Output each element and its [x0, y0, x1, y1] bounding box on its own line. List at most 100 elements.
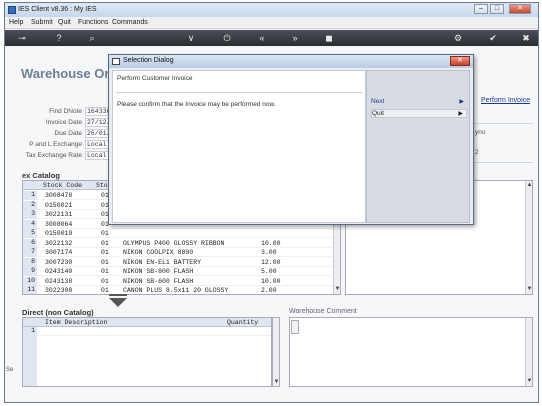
- dialog-options: Next ▶ Quit ▶: [366, 70, 470, 223]
- menu-commands[interactable]: Commands: [112, 19, 148, 26]
- pl-exchange-label: P and L Exchange: [29, 141, 82, 148]
- cell-stock: 01: [101, 239, 109, 247]
- due-date-label: Due Date: [54, 130, 82, 137]
- cell-stock-code: 0150019: [45, 230, 73, 237]
- header-stock-code: Stock Code: [43, 182, 83, 189]
- cell-stock: 01: [101, 287, 109, 294]
- cell-stock: 01: [101, 230, 109, 237]
- table-row[interactable]: 5 0150019 01: [23, 229, 333, 238]
- scroll-down-icon[interactable]: ▼: [526, 378, 532, 385]
- cell-stock-code: 3008064: [45, 220, 73, 228]
- cell-description: CANON PLUS 8.5x11 20 GLOSSY: [123, 287, 229, 294]
- table-row[interactable]: 8 3007230 01 NIKON EN-EL1 BATTERY 12.00: [23, 257, 333, 267]
- warehouse-comment-label: Warehouse Comment: [289, 308, 357, 315]
- cell-quantity: 10.00: [261, 277, 281, 285]
- title-bar: IES Client v8.36 : My IES – □ ✕: [5, 3, 538, 17]
- row-number: 11: [23, 286, 37, 294]
- gear-icon[interactable]: ⚙: [451, 32, 465, 44]
- row-number: 1: [23, 327, 37, 336]
- chevron-down-icon[interactable]: ∨: [184, 32, 198, 44]
- cell-stock-code: 3022308: [45, 287, 73, 294]
- scroll-down-icon[interactable]: ▼: [526, 286, 532, 293]
- key-icon[interactable]: ⊸: [15, 32, 29, 44]
- cell-quantity: 3.00: [261, 249, 277, 256]
- cell-quantity: 10.00: [261, 239, 281, 247]
- option-quit[interactable]: Quit ▶: [371, 109, 467, 118]
- menu-quit[interactable]: Quit: [58, 19, 71, 26]
- minimize-button[interactable]: –: [474, 4, 488, 14]
- table-row[interactable]: 9 0243140 01 NIKON SB-800 FLASH 5.00: [23, 267, 333, 276]
- row-number: 5: [23, 229, 37, 238]
- power-icon[interactable]: ⏻: [220, 32, 234, 44]
- ok-icon[interactable]: ✔: [486, 32, 500, 44]
- cell-stock-code: 0243138: [45, 277, 73, 285]
- catalog-title: ex Catalog: [22, 171, 60, 180]
- option-quit-label: Quit: [372, 110, 384, 117]
- dialog-body: Perform Customer Invoice Please confirm …: [112, 70, 366, 223]
- maximize-button[interactable]: □: [490, 4, 504, 14]
- menu-submit[interactable]: Submit: [31, 19, 53, 26]
- cell-stock: 01: [101, 249, 109, 256]
- row-number: 1: [23, 191, 37, 200]
- cell-description: NIKON COOLPIX 8800: [123, 249, 194, 256]
- selection-dialog: Selection Dialog ✕ Perform Customer Invo…: [108, 54, 474, 225]
- cell-stock-code: 0150021: [45, 201, 73, 209]
- menu-help[interactable]: Help: [9, 19, 23, 26]
- table-row[interactable]: 7 3007174 01 NIKON COOLPIX 8800 3.00: [23, 248, 333, 257]
- help-icon[interactable]: ?: [52, 32, 66, 44]
- row-gutter: [23, 336, 37, 386]
- comment-scrollbar[interactable]: ▼: [525, 318, 532, 386]
- row-number: 8: [23, 257, 37, 267]
- expand-arrow-icon[interactable]: [109, 298, 127, 307]
- cancel-icon[interactable]: ✖: [519, 32, 533, 44]
- side-scrollbar[interactable]: ▲ ▼: [525, 181, 532, 294]
- app-icon: [8, 6, 16, 14]
- dialog-title-bar: Selection Dialog ✕: [109, 55, 473, 68]
- close-button[interactable]: ✕: [509, 4, 531, 14]
- scroll-down-icon[interactable]: ▼: [273, 379, 280, 386]
- row-number: 4: [23, 219, 37, 229]
- warehouse-comment-field[interactable]: ▼: [289, 317, 533, 387]
- dialog-close-button[interactable]: ✕: [450, 56, 470, 66]
- row-number: 7: [23, 248, 37, 257]
- first-record-icon[interactable]: «: [255, 32, 269, 44]
- cell-stock-code: 3008478: [45, 192, 73, 199]
- stop-icon[interactable]: ◼: [322, 32, 336, 44]
- menu-functions[interactable]: Functions: [78, 19, 108, 26]
- cell-stock: 01: [101, 258, 109, 266]
- cell-stock-code: 3022132: [45, 239, 73, 247]
- scroll-down-icon[interactable]: ▼: [334, 286, 340, 293]
- direct-scrollbar[interactable]: ▼: [272, 317, 280, 387]
- cell-description: NIKON SB-600 FLASH: [123, 277, 194, 285]
- cell-description: OLYMPUS P400 GLOSSY RIBBON: [123, 239, 225, 247]
- header-item-description: Item Description: [45, 319, 108, 326]
- table-row[interactable]: 11 3022308 01 CANON PLUS 8.5x11 20 GLOSSY 2.…: [23, 286, 333, 294]
- table-row[interactable]: 10 0243138 01 NIKON SB-600 FLASH 10.00: [23, 276, 333, 286]
- invoice-date-label: Invoice Date: [45, 119, 82, 126]
- row-number: 2: [23, 200, 37, 210]
- cell-stock-code: 3007174: [45, 249, 73, 256]
- search-icon[interactable]: ⌕: [85, 32, 99, 44]
- cell-description: NIKON SB-800 FLASH: [123, 268, 194, 275]
- direct-header: Item Description Quantity: [23, 318, 271, 327]
- side-partial-label: Se: [6, 367, 14, 373]
- scroll-up-icon[interactable]: ▲: [526, 182, 532, 189]
- dialog-message: Please confirm that the Invoice may be p…: [117, 101, 276, 108]
- next-arrow-icon: ▶: [459, 99, 464, 105]
- perform-invoice-link[interactable]: Perform Invoice: [481, 97, 530, 104]
- dialog-title: Selection Dialog: [123, 57, 174, 64]
- cell-stock-code: 0243140: [45, 268, 73, 275]
- dialog-icon: [112, 58, 120, 65]
- direct-row[interactable]: 1: [23, 327, 271, 336]
- option-next[interactable]: Next ▶: [371, 98, 467, 107]
- cell-quantity: 2.00: [261, 287, 277, 294]
- cell-stock-code: 3022131: [45, 211, 73, 218]
- cell-stock-code: 3007230: [45, 258, 73, 266]
- table-row[interactable]: 6 3022132 01 OLYMPUS P400 GLOSSY RIBBON 10.0…: [23, 238, 333, 248]
- expand-arrow-bar: [109, 294, 127, 296]
- last-record-icon[interactable]: »: [288, 32, 302, 44]
- dialog-divider: [116, 92, 362, 93]
- direct-grid: Item Description Quantity 1: [22, 317, 272, 387]
- menu-bar: Help Submit Quit Functions Commands: [5, 17, 538, 29]
- quit-arrow-icon: ▶: [458, 111, 463, 117]
